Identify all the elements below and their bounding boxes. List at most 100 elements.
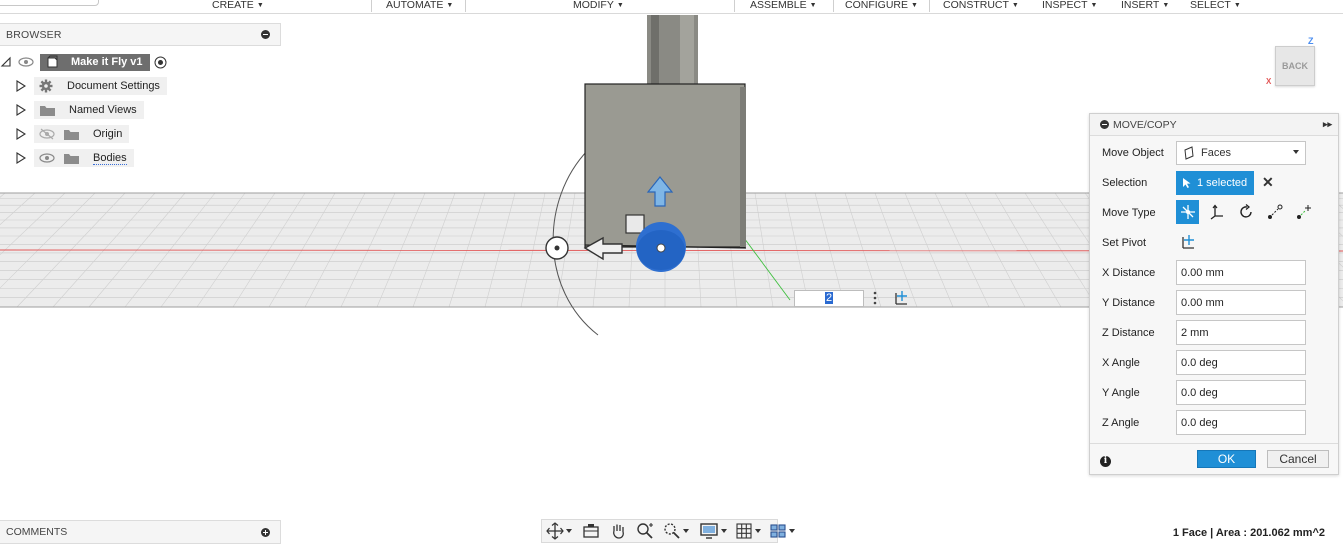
origin-box[interactable]: Origin	[34, 125, 130, 143]
point-to-point-icon[interactable]	[1263, 200, 1286, 224]
move-type-row: Move Type	[1102, 200, 1176, 226]
eye-hidden-icon[interactable]	[39, 128, 57, 140]
chevron-down-icon: ▼	[446, 2, 454, 9]
bodies-label: Bodies	[93, 151, 127, 165]
tree-root[interactable]: Make it Fly v1	[0, 52, 167, 72]
configure-menu-label: CONFIGURE	[845, 0, 908, 11]
collapse-panel-icon[interactable]	[261, 30, 270, 39]
inline-distance-input[interactable]: 2	[781, 287, 918, 309]
comments-panel: COMMENTS	[0, 520, 281, 544]
browser-title: BROWSER	[6, 28, 62, 41]
point-to-position-icon[interactable]	[1292, 200, 1315, 224]
dialog-footer: i OK Cancel	[1090, 443, 1338, 475]
y-angle-input[interactable]: 0.0 deg	[1176, 380, 1306, 405]
root-node-label: Make it Fly v1	[71, 56, 143, 68]
modify-menu[interactable]: MODIFY ▼	[573, 0, 624, 11]
move-object-select[interactable]: Faces	[1176, 141, 1306, 165]
eye-icon[interactable]	[39, 152, 57, 164]
clear-selection-icon[interactable]: ✕	[1262, 174, 1274, 191]
chevron-down-icon[interactable]	[683, 529, 689, 533]
navigation-bar	[541, 519, 795, 543]
y-angle-label: Y Angle	[1102, 387, 1140, 399]
select-menu[interactable]: SELECT ▼	[1190, 0, 1241, 11]
x-angle-row: X Angle	[1102, 350, 1176, 376]
z-distance-input[interactable]: 2 mm	[1176, 320, 1306, 345]
named-views-box[interactable]: Named Views	[34, 101, 144, 119]
tree-item-origin[interactable]: Origin	[16, 124, 130, 144]
distance-value-field[interactable]: 2	[794, 290, 864, 307]
expand-triangle-icon[interactable]	[16, 152, 27, 164]
component-icon	[45, 55, 59, 69]
construct-menu[interactable]: CONSTRUCT ▼	[943, 0, 1019, 11]
orbit-icon[interactable]	[546, 521, 564, 541]
folder-icon	[63, 152, 81, 165]
configure-menu[interactable]: CONFIGURE ▼	[845, 0, 918, 11]
chevron-down-icon[interactable]	[721, 529, 727, 533]
pan-hand-icon[interactable]	[609, 521, 627, 541]
document-settings-box[interactable]: Document Settings	[34, 77, 167, 95]
y-distance-row: Y Distance	[1102, 290, 1176, 316]
bodies-box[interactable]: Bodies	[34, 149, 134, 167]
viewports-icon[interactable]	[769, 521, 787, 541]
display-settings-icon[interactable]	[699, 521, 719, 541]
insert-menu[interactable]: INSERT ▼	[1121, 0, 1169, 11]
ok-button[interactable]: OK	[1197, 450, 1256, 468]
x-distance-input[interactable]: 0.00 mm	[1176, 260, 1306, 285]
more-options-icon[interactable]	[873, 290, 877, 306]
zoom-icon[interactable]	[636, 521, 654, 541]
x-angle-input[interactable]: 0.0 deg	[1176, 350, 1306, 375]
collapse-triangle-icon[interactable]	[0, 56, 12, 68]
y-distance-input[interactable]: 0.00 mm	[1176, 290, 1306, 315]
face-icon	[1183, 146, 1195, 160]
move-type-group	[1176, 200, 1315, 224]
look-at-icon[interactable]	[582, 521, 600, 541]
free-move-icon[interactable]	[1176, 200, 1199, 224]
inspect-menu[interactable]: INSPECT ▼	[1042, 0, 1097, 11]
tree-item-document-settings[interactable]: Document Settings	[16, 76, 167, 96]
chevron-down-icon: ▼	[256, 2, 264, 9]
eye-icon[interactable]	[18, 56, 36, 68]
viewcube[interactable]: Z BACK X	[1266, 36, 1343, 96]
active-component-radio-icon[interactable]	[154, 56, 167, 69]
chevron-down-icon[interactable]	[789, 529, 795, 533]
move-object-value: Faces	[1201, 147, 1231, 159]
body-pipe	[647, 15, 698, 85]
inspect-menu-label: INSPECT	[1042, 0, 1088, 11]
collapse-dialog-icon[interactable]	[1100, 120, 1109, 129]
automate-menu[interactable]: AUTOMATE ▼	[386, 0, 453, 11]
add-comment-icon[interactable]	[261, 527, 270, 537]
info-icon[interactable]: i	[1100, 456, 1111, 467]
move-object-label: Move Object	[1102, 147, 1164, 159]
create-menu[interactable]: CREATE ▼	[212, 0, 264, 11]
cancel-button[interactable]: Cancel	[1267, 450, 1329, 468]
select-menu-label: SELECT	[1190, 0, 1231, 11]
rotate-icon[interactable]	[1234, 200, 1257, 224]
expand-triangle-icon[interactable]	[16, 104, 27, 116]
assemble-menu[interactable]: ASSEMBLE ▼	[750, 0, 817, 11]
chevron-down-icon: ▼	[911, 2, 918, 9]
root-node-label-box[interactable]: Make it Fly v1	[40, 53, 150, 71]
tree-item-named-views[interactable]: Named Views	[16, 100, 144, 120]
z-angle-input[interactable]: 0.0 deg	[1176, 410, 1306, 435]
z-angle-row: Z Angle	[1102, 410, 1176, 436]
expand-triangle-icon[interactable]	[16, 80, 27, 92]
expand-triangle-icon[interactable]	[16, 128, 27, 140]
chevron-down-icon[interactable]	[755, 529, 761, 533]
tree-item-bodies[interactable]: Bodies	[16, 148, 134, 168]
pivot-marker	[545, 236, 569, 260]
translate-xyz-icon[interactable]	[1205, 200, 1228, 224]
named-views-label: Named Views	[69, 104, 137, 116]
modify-menu-label: MODIFY	[573, 0, 614, 11]
y-distance-label: Y Distance	[1102, 297, 1155, 309]
viewcube-face[interactable]: BACK	[1275, 46, 1315, 86]
document-tab[interactable]	[0, 0, 99, 6]
free-move-sphere	[636, 222, 686, 272]
chevron-down-icon[interactable]	[566, 529, 572, 533]
z-distance-label: Z Distance	[1102, 327, 1155, 339]
set-pivot-icon[interactable]	[1180, 233, 1198, 254]
expand-dialog-icon[interactable]: ▸▸	[1323, 119, 1332, 130]
zoom-window-icon[interactable]	[663, 521, 681, 541]
selection-button[interactable]: 1 selected	[1176, 171, 1254, 195]
folder-icon	[39, 104, 57, 117]
grid-settings-icon[interactable]	[735, 521, 753, 541]
